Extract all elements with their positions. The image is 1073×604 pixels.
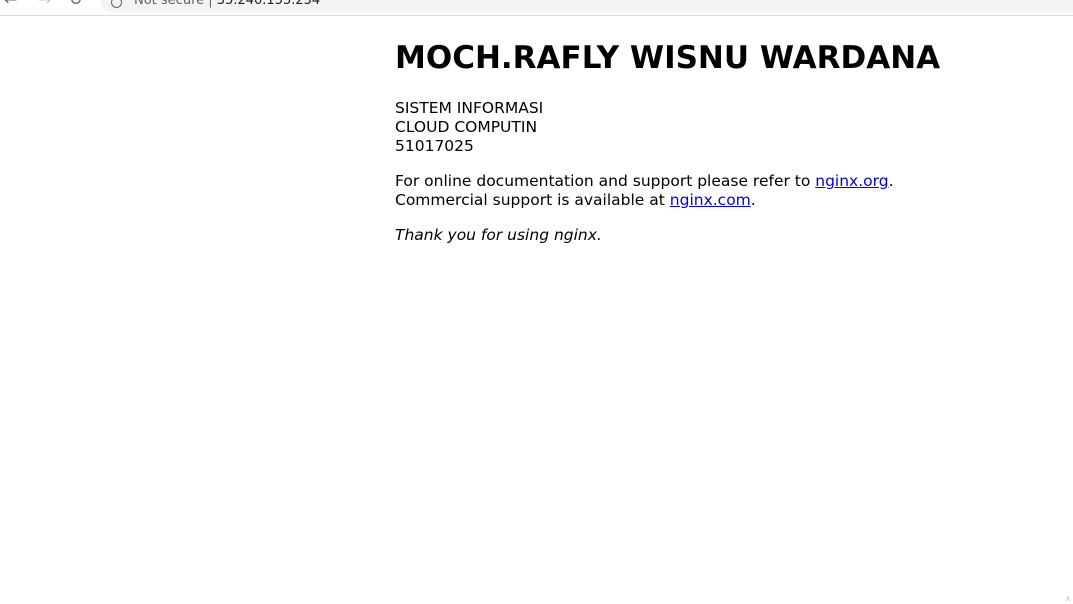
address-bar[interactable]: Not secure | 35.240.155.254 bbox=[100, 0, 1073, 12]
page-content: MOCH.RAFLY WISNU WARDANA SISTEM INFORMAS… bbox=[395, 39, 995, 245]
reload-icon[interactable]: ↻ bbox=[69, 0, 82, 9]
support-text-1-end: . bbox=[888, 172, 894, 190]
program-text: SISTEM INFORMASI bbox=[395, 99, 544, 117]
support-text-2: Commercial support is available at bbox=[395, 191, 670, 209]
page-title: MOCH.RAFLY WISNU WARDANA bbox=[395, 40, 941, 76]
browser-toolbar: ← → ↻ Not secure | 35.240.155.254 bbox=[0, 0, 1073, 16]
student-id-text: 51017025 bbox=[395, 137, 474, 155]
course-text: CLOUD COMPUTIN bbox=[395, 118, 538, 136]
support-text-1: For online documentation and support ple… bbox=[395, 172, 816, 190]
back-arrow-icon[interactable]: ← bbox=[4, 0, 17, 9]
info-block: SISTEM INFORMASI CLOUD COMPUTIN 51017025 bbox=[395, 99, 995, 156]
scroll-indicator-icon: ∧ bbox=[1065, 594, 1071, 603]
security-label: Not secure bbox=[134, 0, 205, 8]
thanks-text: Thank you for using nginx. bbox=[395, 226, 602, 244]
url-text[interactable]: 35.240.155.254 bbox=[217, 0, 320, 8]
address-separator: | bbox=[208, 0, 213, 8]
nginx-com-link[interactable]: nginx.com bbox=[670, 191, 751, 209]
forward-arrow-icon[interactable]: → bbox=[38, 0, 51, 9]
support-text-2-end: . bbox=[750, 191, 756, 209]
info-icon[interactable] bbox=[111, 0, 122, 8]
nginx-org-link[interactable]: nginx.org bbox=[815, 172, 888, 190]
support-paragraph: For online documentation and support ple… bbox=[395, 172, 995, 210]
address-bar-text: Not secure | 35.240.155.254 bbox=[134, 0, 320, 8]
